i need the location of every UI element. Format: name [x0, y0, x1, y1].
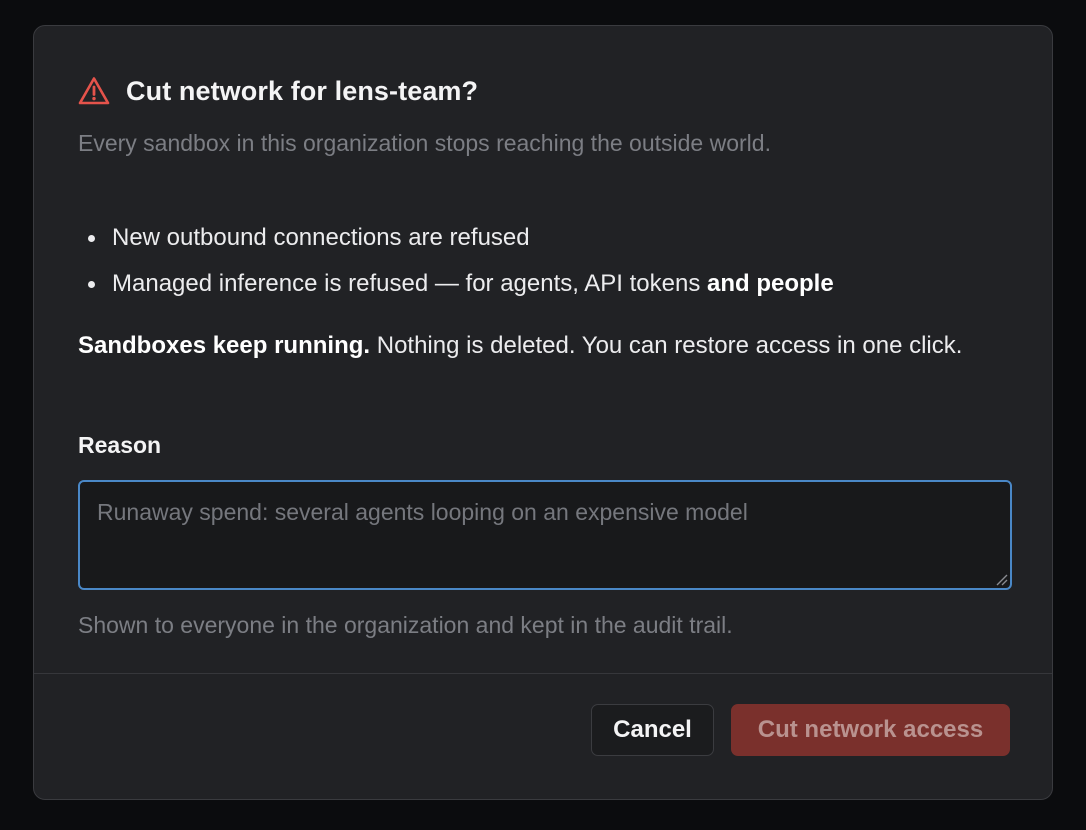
dialog-body: Cut network for lens-team? Every sandbox…	[34, 26, 1052, 673]
dialog-subtitle: Every sandbox in this organization stops…	[78, 130, 771, 156]
list-item: Managed inference is refused — for agent…	[78, 268, 834, 314]
consequence-list: New outbound connections are refused Man…	[78, 222, 834, 314]
list-item-text: New outbound connections are refused	[112, 224, 530, 251]
list-item-text: Managed inference is refused — for agent…	[112, 270, 708, 297]
note-text: Nothing is deleted. You can restore acce…	[370, 332, 963, 359]
dialog-title: Cut network for lens-team?	[126, 75, 479, 106]
note-emphasis: Sandboxes keep running.	[78, 332, 371, 359]
cancel-button[interactable]: Cancel	[591, 704, 714, 756]
dialog-footer: Cancel Cut network access	[34, 674, 1052, 799]
cut-network-access-button[interactable]: Cut network access	[731, 704, 1010, 756]
warning-triangle-icon	[78, 77, 110, 105]
list-item-emphasis: and people	[707, 270, 834, 297]
cut-network-dialog: Cut network for lens-team? Every sandbox…	[33, 25, 1053, 800]
reason-input[interactable]	[78, 480, 1012, 590]
reassurance-note: Sandboxes keep running. Nothing is delet…	[78, 326, 1018, 365]
resize-grip-icon[interactable]	[996, 574, 1008, 586]
reason-label: Reason	[78, 432, 162, 458]
reason-help-text: Shown to everyone in the organization an…	[78, 612, 733, 638]
dialog-header: Cut network for lens-team?	[78, 74, 478, 108]
list-item: New outbound connections are refused	[78, 222, 834, 268]
